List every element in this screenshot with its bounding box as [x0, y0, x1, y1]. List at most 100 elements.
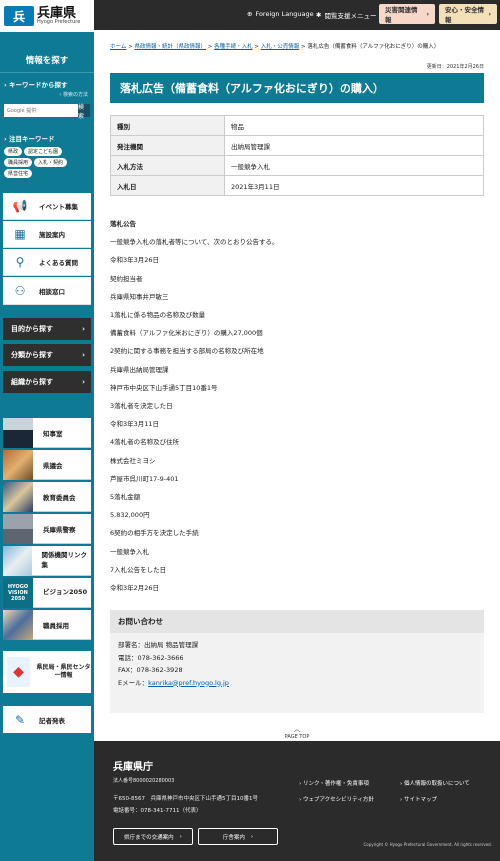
corporate-number: 法人番号8000020280003: [113, 778, 175, 784]
link-related-organizations[interactable]: 関係機関リンク集: [3, 545, 91, 576]
notice-line: 1落札に係る物品の名称及び数量: [110, 311, 206, 320]
chevron-right-icon: ›: [250, 833, 254, 840]
footer-link-privacy[interactable]: › 個人情報の取扱いについて: [400, 779, 470, 787]
footer: 兵庫県庁 法人番号8000020280003 〒650-8567 兵庫県神戸市中…: [94, 741, 500, 861]
disaster-info-button[interactable]: 災害関連情報 ›: [379, 4, 435, 24]
recruitment-photo: [3, 609, 33, 640]
breadcrumb-current: 落札広告（備蓄食料（アルファ化おにぎり）の購入）: [307, 44, 440, 50]
chevron-right-icon: ›: [488, 10, 491, 18]
page-title: 落札広告（備蓄食料（アルファ化おにぎり）の購入）: [110, 73, 484, 103]
link-governor-office[interactable]: 知事室: [3, 417, 91, 448]
notice-line: 兵庫県知事井戸敏三: [110, 292, 169, 301]
notice-line: 一般競争入札: [110, 547, 149, 556]
site-logo[interactable]: 兵 兵庫県 Hyogo Prefecture: [0, 0, 94, 32]
transport-guide-button[interactable]: 県庁までの交通案内 ›: [113, 828, 193, 845]
people-icon: ⚇: [14, 283, 26, 298]
breadcrumb-level-2[interactable]: 各種手続・入札: [214, 44, 253, 50]
footer-address: 〒650-8567 兵庫県神戸市中央区下山手通5丁目10番1号: [113, 796, 258, 802]
education-photo: [3, 481, 33, 512]
notice-line: 令和3年2月26日: [110, 584, 160, 593]
link-recruitment[interactable]: 職員採用: [3, 609, 91, 640]
breadcrumb-level-1[interactable]: 県政情報・統計（県政情報）: [134, 44, 206, 50]
chevron-right-icon: ›: [426, 10, 429, 18]
footer-phone: 電話番号：078-341-7711（代表）: [113, 808, 202, 814]
link-assembly[interactable]: 県議会: [3, 449, 91, 480]
keyword-list: 県政 認定こども園 職員採用 入札・契約 県営住宅: [0, 145, 94, 180]
safety-info-button[interactable]: 安心・安全情報 ›: [439, 4, 497, 24]
link-press-release[interactable]: ✎ 記者発表: [3, 706, 91, 733]
notice-line: 6契約の相手方を決定した手続: [110, 529, 199, 538]
sidebar-item-events[interactable]: 📢 イベント募集: [3, 193, 91, 220]
notice-line: 2契約に関する事務を担当する部局の名称及び所在地: [110, 347, 264, 356]
notice-line: 7入札公告をした日: [110, 565, 167, 574]
keyword-search-title: › キーワードから探す: [4, 81, 68, 89]
search-input[interactable]: [4, 104, 78, 117]
search-form: 検 索: [4, 104, 90, 120]
notice-line: 5,832,000円: [110, 511, 150, 520]
building-guide-button[interactable]: 庁舎案内 ›: [198, 828, 278, 845]
accessibility-menu-link[interactable]: ✱ 閲覧支援メニュー: [316, 10, 376, 20]
chevron-up-icon: ︿: [293, 725, 301, 733]
footer-link-copyright[interactable]: › リンク・著作権・免責事項: [299, 779, 369, 787]
category-search-button[interactable]: 分類から探す ›: [3, 344, 91, 366]
chevron-right-icon: ›: [179, 833, 182, 840]
notice-line: 兵庫県出納局管理課: [110, 365, 169, 374]
map-icon: ◆: [7, 657, 30, 687]
notice-line: 株式会社ミヨシ: [110, 456, 156, 465]
sidebar-item-consultation[interactable]: ⚇ 相談窓口: [3, 277, 91, 305]
purpose-search-button[interactable]: 目的から探す ›: [3, 318, 91, 340]
contact-fax: FAX：078-362-3928: [118, 666, 183, 674]
copyright: Copyright © Hyogo Prefectural Government…: [363, 842, 493, 847]
sidebar-item-facilities[interactable]: ▦ 施設案内: [3, 221, 91, 248]
notice-line: 備蓄食料（アルファ化米おにぎり）の購入27,000個: [110, 329, 263, 338]
contact-box: お問い合わせ 部署名：出納局 物品管理課 電話：078-362-3666 FAX…: [110, 610, 484, 713]
vision-logo: HYOGO VISION 2050: [3, 577, 33, 608]
foreign-language-link[interactable]: ⊕ Foreign Language: [247, 10, 314, 18]
globe-icon: ⊕: [247, 10, 253, 18]
megaphone-icon: 📢: [12, 199, 28, 213]
governor-photo: [3, 417, 33, 448]
notice-body: 落札公告 一般競争入札の落札者等について、次のとおり公告する。 令和3年3月26…: [110, 215, 278, 597]
table-row: 発注機関 出納局管理課: [110, 135, 484, 156]
keyword-tag[interactable]: 県営住宅: [4, 169, 33, 178]
search-howto-link[interactable]: › 検索の方法: [0, 91, 94, 98]
link-vision-2050[interactable]: HYOGO VISION 2050 ビジョン2050: [3, 577, 91, 608]
chevron-right-icon: ›: [82, 351, 85, 359]
keyword-tag[interactable]: 職員採用: [4, 158, 33, 167]
keyword-tag[interactable]: 入札・契約: [34, 158, 68, 167]
sidebar-item-faq[interactable]: ⚲ よくある質問: [3, 249, 91, 276]
breadcrumb-home[interactable]: ホーム: [110, 44, 126, 50]
question-icon: ⚲: [15, 255, 25, 269]
building-icon: ▦: [14, 227, 26, 241]
notice-line: 令和3年3月11日: [110, 420, 160, 429]
city-photo: [3, 545, 32, 576]
page-top-link[interactable]: ︿ PAGE TOP: [94, 724, 500, 740]
notice-line: 令和3年3月26日: [110, 256, 160, 265]
contact-tel: 電話：078-362-3666: [118, 653, 184, 662]
keyword-tag[interactable]: 県政: [4, 147, 23, 156]
sidebar-heading: 情報を探す: [0, 32, 94, 73]
organization-search-button[interactable]: 組織から探す ›: [3, 371, 91, 393]
link-police[interactable]: 兵庫県警察: [3, 513, 91, 544]
footer-link-sitemap[interactable]: › サイトマップ: [400, 795, 437, 803]
link-regional-center-info[interactable]: ◆ 県民局・県民センター情報: [3, 651, 91, 693]
info-table: 種別 物品 発注機関 出納局管理課 入札方法 一般競争入札 入札日 2021年3月11日: [110, 115, 484, 196]
chevron-right-icon: ›: [82, 378, 85, 386]
breadcrumb-level-3[interactable]: 入札・公売情報: [261, 44, 300, 50]
footer-link-accessibility[interactable]: › ウェブアクセシビリティ方針: [299, 795, 374, 803]
notice-line: 4落札者の名称及び住所: [110, 438, 180, 447]
search-button[interactable]: 検 索: [78, 104, 90, 120]
keyword-tag[interactable]: 認定こども園: [24, 147, 63, 156]
logo-mark-icon: 兵: [4, 6, 34, 26]
notice-line: 神戸市中央区下山手通5丁目10番1号: [110, 383, 218, 392]
notice-line: 芦屋市呉川町17-9-401: [110, 474, 179, 483]
notice-line: 契約担当者: [110, 274, 143, 283]
link-education-board[interactable]: 教育委員会: [3, 481, 91, 512]
notice-line: 一般競争入札の落札者等について、次のとおり公告する。: [110, 238, 279, 247]
table-row: 入札方法 一般競争入札: [110, 155, 484, 176]
contact-email-link[interactable]: kanrika@pref.hyogo.lg.jp: [148, 679, 229, 687]
gear-icon: ✱: [316, 11, 322, 19]
pen-icon: ✎: [14, 712, 26, 727]
police-photo: [3, 513, 33, 544]
notice-line: 5落札金額: [110, 493, 141, 502]
